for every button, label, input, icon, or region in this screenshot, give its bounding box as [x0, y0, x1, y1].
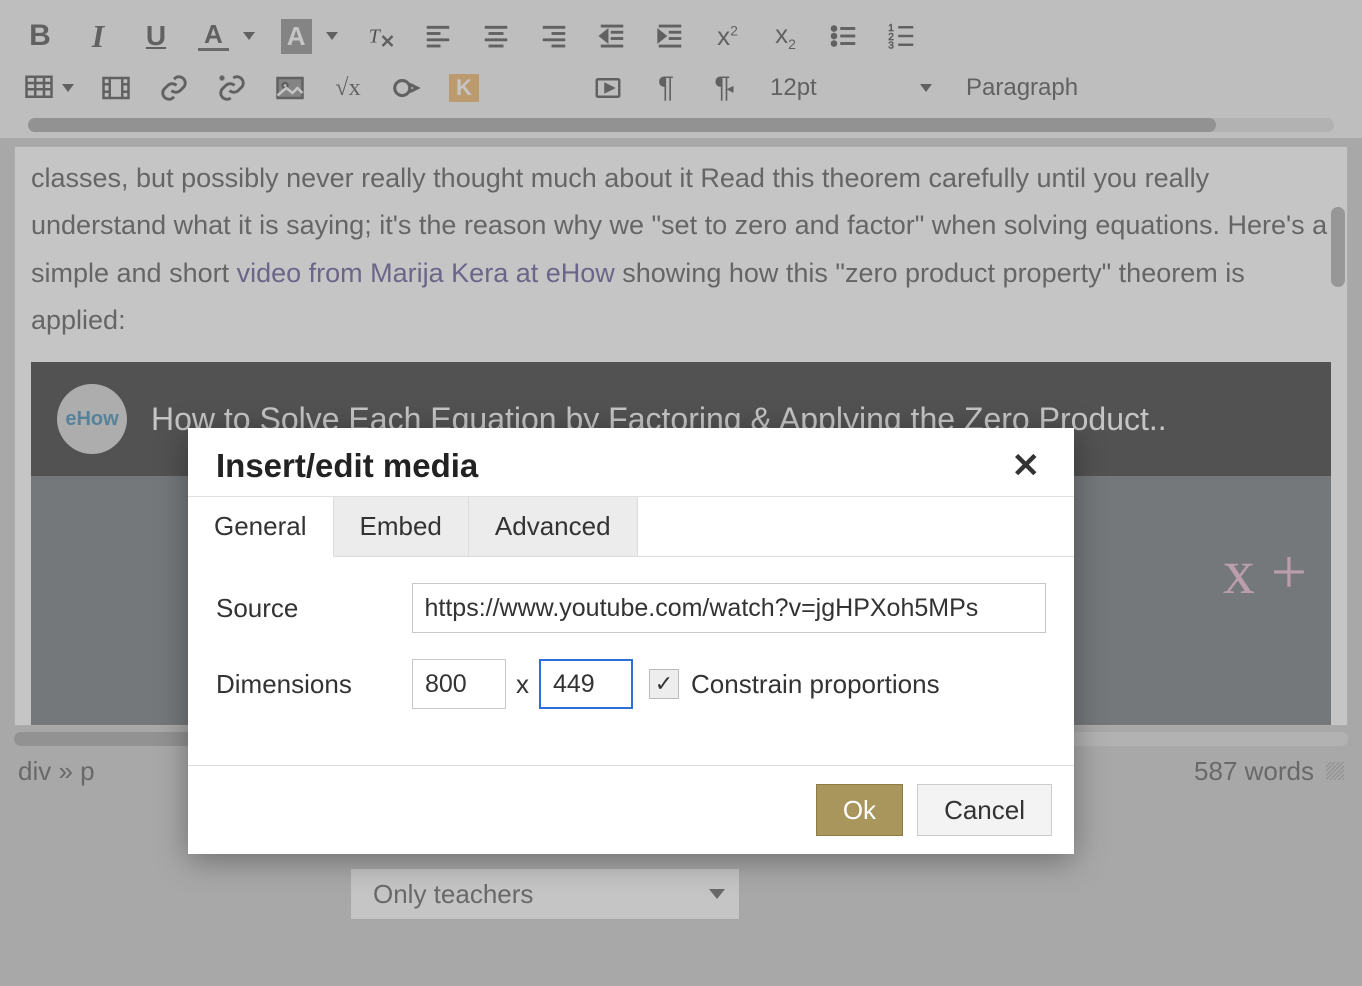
chalk-text: x +: [1223, 516, 1307, 628]
constrain-checkbox[interactable]: ✓: [649, 669, 679, 699]
tab-embed[interactable]: Embed: [334, 497, 469, 556]
height-input[interactable]: [539, 659, 633, 709]
close-button[interactable]: ✕: [1006, 446, 1047, 486]
outdent-button[interactable]: [586, 14, 638, 58]
toolbar-scrollbar[interactable]: [28, 118, 1334, 132]
block-format-select[interactable]: Paragraph: [952, 74, 1122, 102]
underline-button[interactable]: U: [130, 14, 182, 58]
block-format-value: Paragraph: [966, 74, 1078, 102]
channel-avatar: eHow: [57, 384, 127, 454]
bullet-list-button[interactable]: [818, 14, 870, 58]
editor-toolbar: B I U A A T x2 x2 123 √x K ¶ ¶◂ 12pt Par…: [0, 0, 1362, 138]
editor-vertical-scrollbar[interactable]: [1331, 207, 1345, 287]
italic-button[interactable]: I: [72, 14, 124, 58]
width-input[interactable]: [412, 659, 506, 709]
font-size-select[interactable]: 12pt: [756, 74, 946, 102]
image-button[interactable]: [264, 66, 316, 110]
align-left-button[interactable]: [412, 14, 464, 58]
superscript-button[interactable]: x2: [702, 14, 754, 58]
link-button[interactable]: [148, 66, 200, 110]
text-color-button[interactable]: A: [188, 14, 265, 58]
source-input[interactable]: [412, 583, 1046, 633]
source-label: Source: [216, 593, 412, 624]
play-button[interactable]: [582, 66, 634, 110]
rtl-button[interactable]: ¶◂: [698, 66, 750, 110]
chevron-down-icon: [920, 84, 932, 92]
dimensions-label: Dimensions: [216, 669, 412, 700]
chevron-down-icon: [709, 889, 725, 899]
word-count: 587 words: [1194, 756, 1314, 786]
video-link[interactable]: video from Marija Kera at eHow: [237, 258, 615, 288]
subscript-button[interactable]: x2: [760, 14, 812, 58]
dialog-tabs: General Embed Advanced: [188, 496, 1074, 557]
element-path[interactable]: div » p: [18, 756, 95, 787]
align-center-button[interactable]: [470, 14, 522, 58]
role-select[interactable]: Only teachers: [350, 868, 740, 920]
tab-general[interactable]: General: [188, 497, 334, 557]
role-value: Only teachers: [373, 879, 533, 910]
svg-text:3: 3: [888, 41, 894, 52]
chevron-down-icon: [243, 32, 255, 40]
ok-button[interactable]: Ok: [816, 784, 903, 836]
clear-formatting-button[interactable]: T: [354, 14, 406, 58]
unlink-button[interactable]: [206, 66, 258, 110]
background-color-button[interactable]: A: [271, 14, 348, 58]
chevron-down-icon: [62, 84, 74, 92]
dialog-title: Insert/edit media: [216, 447, 478, 485]
font-size-value: 12pt: [770, 74, 817, 102]
tab-advanced[interactable]: Advanced: [469, 497, 638, 556]
media-button[interactable]: [90, 66, 142, 110]
dimension-separator: x: [516, 669, 529, 700]
table-button[interactable]: [14, 66, 84, 110]
cancel-button[interactable]: Cancel: [917, 784, 1052, 836]
kaltura-button[interactable]: K: [438, 66, 490, 110]
svg-text:T: T: [368, 25, 381, 47]
bold-button[interactable]: B: [14, 14, 66, 58]
ltr-button[interactable]: ¶: [640, 66, 692, 110]
align-right-button[interactable]: [528, 14, 580, 58]
embed-button[interactable]: [380, 66, 432, 110]
numbered-list-button[interactable]: 123: [876, 14, 928, 58]
insert-media-dialog: Insert/edit media ✕ General Embed Advanc…: [188, 428, 1074, 854]
resize-handle[interactable]: [1326, 762, 1344, 780]
indent-button[interactable]: [644, 14, 696, 58]
chevron-down-icon: [326, 32, 338, 40]
equation-button[interactable]: √x: [322, 66, 374, 110]
constrain-label: Constrain proportions: [691, 669, 940, 700]
